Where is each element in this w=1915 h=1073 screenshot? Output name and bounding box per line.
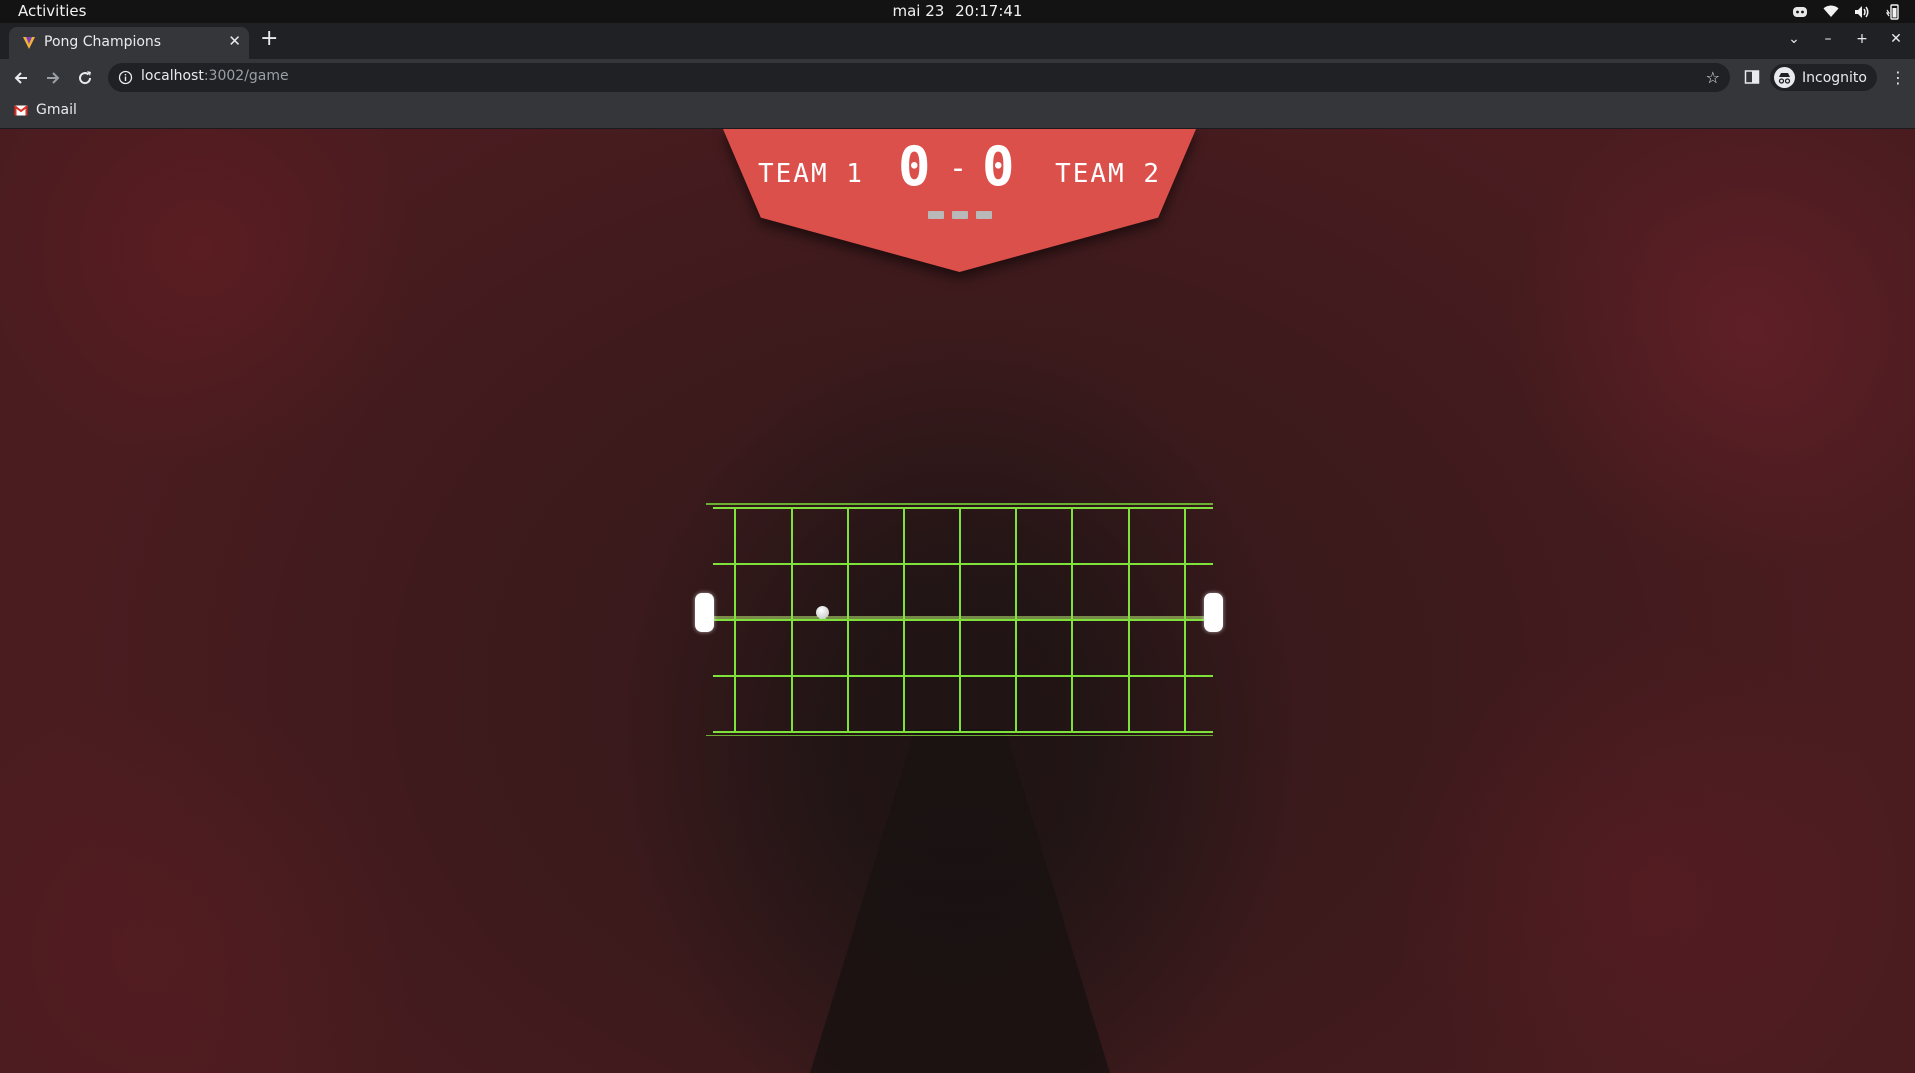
browser-menu-icon[interactable]: ⋮ [1890, 68, 1906, 87]
left-paddle[interactable] [695, 593, 714, 632]
clock-time: 20:17:41 [955, 2, 1023, 20]
forward-arrow-icon [47, 72, 60, 84]
url-host: localhost [141, 68, 204, 84]
incognito-icon [1774, 67, 1795, 88]
maximize-icon[interactable]: + [1853, 31, 1871, 47]
tab-title: Pong Champions [44, 34, 162, 50]
score-team-1: 0 [898, 135, 933, 198]
new-tab-button[interactable]: + [260, 28, 278, 50]
browser-toolbar: localhost:3002/game ☆ Incognito ⋮ [0, 59, 1915, 96]
browser-tabstrip: Pong Champions ✕ + ⌄ – + ✕ [0, 23, 1915, 59]
tunnel-floor [810, 729, 1110, 1073]
game-viewport[interactable]: TEAM 1 0 - 0 TEAM 2 [0, 129, 1915, 1073]
score-team-2: 0 [982, 135, 1017, 198]
incognito-profile-button[interactable]: Incognito [1770, 64, 1877, 91]
bookmark-star-icon[interactable]: ☆ [1706, 68, 1720, 87]
tab-search-icon[interactable]: ⌄ [1785, 31, 1803, 47]
bookmark-label: Gmail [36, 102, 77, 118]
window-controls: ⌄ – + ✕ [1785, 31, 1905, 47]
reload-button[interactable] [73, 66, 97, 90]
round-indicators [928, 211, 992, 219]
clock-date: mai 23 [892, 2, 945, 20]
close-tab-icon[interactable]: ✕ [228, 32, 241, 50]
incognito-label: Incognito [1802, 69, 1867, 86]
back-button[interactable] [9, 66, 33, 90]
site-info-icon[interactable] [118, 70, 133, 85]
team-1-label: TEAM 1 [758, 159, 864, 189]
battery-icon[interactable] [1884, 3, 1901, 20]
wifi-icon[interactable] [1822, 3, 1839, 20]
url-path: :3002/game [203, 68, 289, 84]
bookmarks-bar: Gmail [0, 96, 1915, 129]
pong-favicon-icon [21, 35, 37, 51]
system-tray[interactable] [1791, 3, 1901, 20]
url-text: localhost:3002/game [141, 68, 289, 84]
forward-button[interactable] [41, 66, 65, 90]
tab-pong-champions[interactable]: Pong Champions ✕ [9, 27, 249, 59]
gmail-icon [14, 104, 28, 115]
scoreboard: TEAM 1 0 - 0 TEAM 2 [723, 129, 1196, 272]
pong-court [693, 486, 1233, 736]
bookmark-gmail[interactable]: Gmail [14, 102, 77, 118]
reload-icon [79, 71, 92, 85]
system-clock[interactable]: mai 23 20:17:41 [0, 2, 1915, 20]
court-grid [706, 503, 1213, 736]
round-indicator [976, 211, 992, 219]
back-arrow-icon [14, 72, 27, 84]
round-indicator [928, 211, 944, 219]
round-indicator [952, 211, 968, 219]
discord-icon[interactable] [1791, 3, 1808, 20]
team-2-label: TEAM 2 [1055, 159, 1161, 189]
close-window-icon[interactable]: ✕ [1887, 31, 1905, 47]
pong-ball [816, 606, 829, 619]
side-panel-icon[interactable] [1744, 69, 1760, 85]
address-bar[interactable]: localhost:3002/game ☆ [108, 63, 1730, 92]
minimize-icon[interactable]: – [1819, 31, 1837, 47]
score-separator: - [949, 151, 968, 186]
right-paddle[interactable] [1204, 593, 1223, 632]
volume-icon[interactable] [1853, 3, 1870, 20]
system-top-bar: Activities mai 23 20:17:41 [0, 0, 1915, 23]
